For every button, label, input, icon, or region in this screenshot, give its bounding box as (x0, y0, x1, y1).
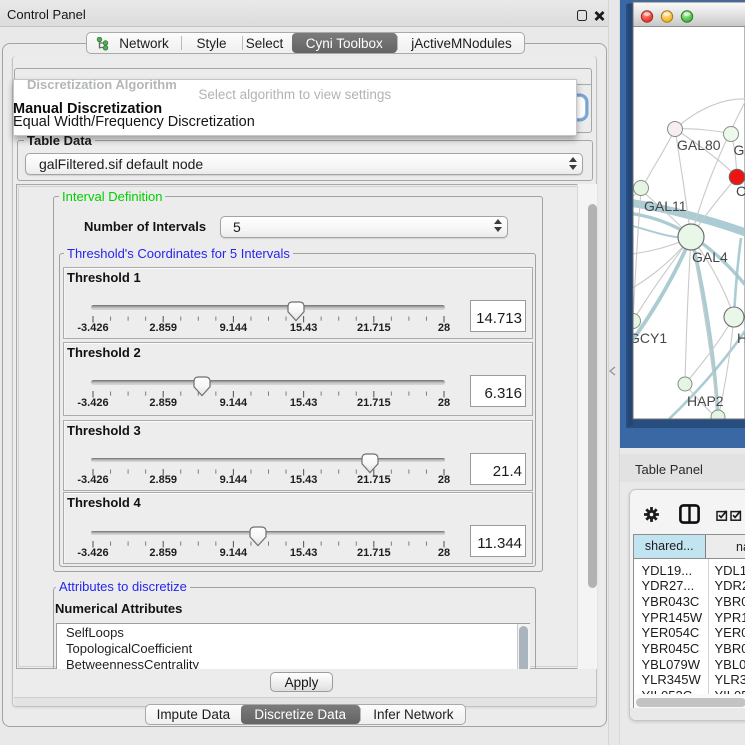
svg-text:GAL4: GAL4 (692, 249, 728, 265)
svg-text:GCY1: GCY1 (629, 330, 667, 346)
svg-text:GA: GA (734, 142, 745, 158)
svg-text:GAL11: GAL11 (644, 198, 687, 214)
svg-text:H: H (737, 330, 745, 346)
svg-text:HAP2: HAP2 (687, 393, 724, 409)
svg-text:GAL80: GAL80 (677, 137, 721, 153)
svg-text:CY: CY (736, 183, 745, 199)
